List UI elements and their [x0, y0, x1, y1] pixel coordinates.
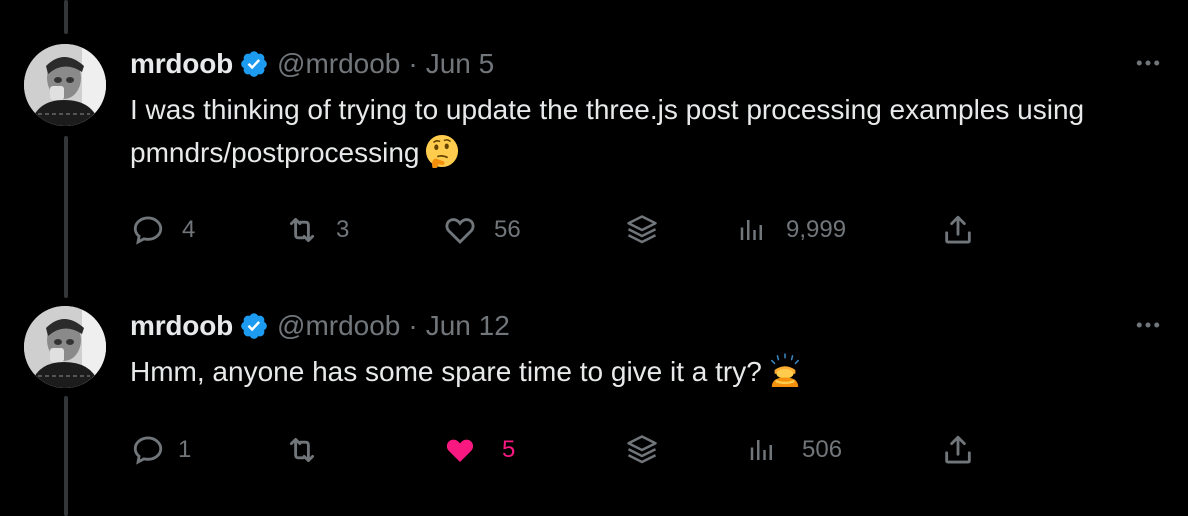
- verified-badge-icon: [239, 49, 269, 79]
- share-button[interactable]: [940, 210, 976, 250]
- tweet-header: mrdoob @mrdoob · Jun 5: [130, 44, 494, 84]
- reply-count: 1: [178, 436, 192, 463]
- avatar-image: [24, 44, 106, 126]
- reply-icon: [130, 432, 166, 468]
- views-button[interactable]: 506: [744, 430, 842, 470]
- retweet-button[interactable]: [284, 430, 336, 470]
- retweet-icon: [284, 212, 320, 248]
- analytics-icon: [734, 212, 770, 248]
- thinking-face-icon: [425, 134, 459, 168]
- views-button[interactable]: 9,999: [734, 210, 846, 250]
- tweet-date[interactable]: Jun 12: [426, 310, 510, 342]
- avatar[interactable]: [24, 44, 106, 126]
- like-button[interactable]: 5: [442, 430, 515, 470]
- separator: ·: [408, 310, 418, 341]
- author-name[interactable]: mrdoob: [130, 48, 233, 80]
- more-options-icon[interactable]: [1128, 48, 1168, 78]
- tweet[interactable]: mrdoob @mrdoob · Jun 12 Hmm, anyone has …: [0, 306, 1188, 506]
- heart-icon: [442, 212, 478, 248]
- retweet-count: 3: [336, 216, 350, 243]
- heart-filled-icon: [442, 432, 478, 468]
- reply-button[interactable]: 1: [130, 430, 191, 470]
- person-bowing-icon: [768, 353, 802, 387]
- share-button[interactable]: [940, 430, 976, 470]
- bookmark-button[interactable]: [624, 430, 676, 470]
- bookmark-button[interactable]: [624, 210, 676, 250]
- layers-icon: [624, 212, 660, 248]
- reply-count: 4: [182, 216, 196, 243]
- author-handle[interactable]: @mrdoob: [277, 310, 400, 342]
- thread-line-top: [64, 0, 68, 34]
- tweet-date[interactable]: Jun 5: [426, 48, 495, 80]
- reply-button[interactable]: 4: [130, 210, 195, 250]
- views-count: 9,999: [786, 216, 847, 243]
- share-icon: [940, 212, 976, 248]
- reply-icon: [130, 212, 166, 248]
- like-count: 5: [502, 436, 516, 463]
- avatar-image: [24, 306, 106, 388]
- author-name[interactable]: mrdoob: [130, 310, 233, 342]
- like-count: 56: [494, 216, 521, 243]
- share-icon: [940, 432, 976, 468]
- author-handle[interactable]: @mrdoob: [277, 48, 400, 80]
- tweet-text-content: I was thinking of trying to update the t…: [130, 94, 1085, 168]
- tweet[interactable]: mrdoob @mrdoob · Jun 5 I was thinking of…: [0, 44, 1188, 254]
- avatar[interactable]: [24, 306, 106, 388]
- more-options-icon[interactable]: [1128, 310, 1168, 340]
- retweet-button[interactable]: 3: [284, 210, 349, 250]
- views-count: 506: [802, 436, 843, 463]
- tweet-text: Hmm, anyone has some spare time to give …: [130, 350, 1150, 393]
- tweet-actions: 4 3 56 9,999: [130, 210, 1010, 250]
- verified-badge-icon: [239, 311, 269, 341]
- separator: ·: [408, 48, 418, 79]
- tweet-header: mrdoob @mrdoob · Jun 12: [130, 306, 510, 346]
- tweet-text-content: Hmm, anyone has some spare time to give …: [130, 356, 762, 387]
- analytics-icon: [744, 432, 780, 468]
- layers-icon: [624, 432, 660, 468]
- like-button[interactable]: 56: [442, 210, 521, 250]
- tweet-actions: 1 5 506: [130, 430, 1010, 470]
- thread: mrdoob @mrdoob · Jun 5 I was thinking of…: [0, 0, 1188, 516]
- retweet-icon: [284, 432, 320, 468]
- tweet-text: I was thinking of trying to update the t…: [130, 88, 1150, 174]
